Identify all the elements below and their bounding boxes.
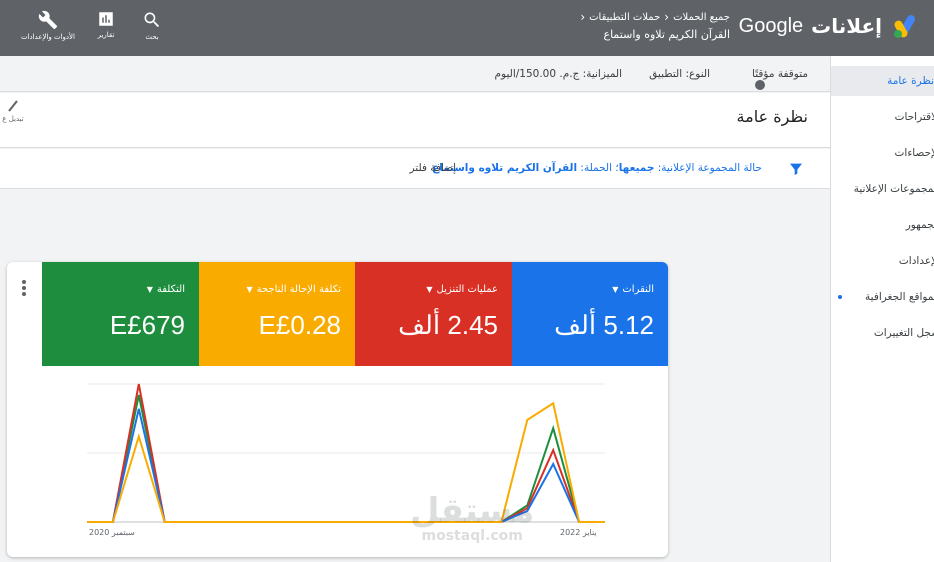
metric-label: النقرات	[622, 284, 654, 295]
search-label: بحث	[145, 33, 159, 41]
metric-value: 2.45 ألف	[398, 310, 498, 340]
sidebar-item-change-history[interactable]: سجل التغييرات	[831, 318, 934, 348]
toggle-view-label: تبديل ع	[2, 115, 24, 123]
google-ads-page: الأدوات والإعدادات تقارير بحث جميع الحمل…	[0, 0, 934, 562]
campaign-name[interactable]: القرآن الكريم تلاوه واستماع	[580, 28, 730, 41]
caret-down-icon: ▼	[426, 285, 433, 294]
metric-value: E£0.28	[258, 310, 341, 340]
filter-icon[interactable]	[788, 161, 804, 177]
watermark: مستقل mostaql.com	[410, 494, 534, 544]
sidebar-item-settings[interactable]: الإعدادات	[831, 246, 934, 276]
search-icon	[144, 12, 160, 28]
metric-value: 5.12 ألف	[554, 310, 654, 340]
x-axis-end-label: يناير 2022	[560, 528, 597, 537]
brand-ads-text: إعلانات	[811, 14, 882, 38]
add-filter-button[interactable]: إضافة فلتر	[410, 162, 456, 174]
sidebar-item-ad-groups[interactable]: المجموعات الإعلانية	[831, 174, 934, 204]
page-header: نظرة عامة تبديل ع	[0, 93, 830, 148]
status-badge[interactable]: متوقفة مؤقتًا	[752, 68, 808, 90]
sidebar-item-locations[interactable]: المواقع الجغرافية	[831, 282, 934, 312]
metric-value: E£679	[109, 310, 185, 340]
metric-clicks[interactable]: النقرات▼ 5.12 ألف	[512, 262, 668, 366]
toggle-view-button[interactable]: تبديل ع	[0, 99, 30, 123]
side-navigation: نظرة عامة الاقتراحات الإحصاءات المجموعات…	[830, 56, 934, 562]
sidebar-item-statistics[interactable]: الإحصاءات	[831, 138, 934, 168]
pause-icon	[755, 80, 766, 90]
performance-line-chart	[87, 383, 605, 523]
sidebar-item-overview[interactable]: نظرة عامة	[831, 66, 934, 96]
filter-bar: حالة المجموعة الإعلانية: جميعها؛ الحملة:…	[0, 149, 830, 189]
page-title: نظرة عامة	[736, 107, 808, 126]
sidebar-item-recommendations[interactable]: الاقتراحات	[831, 102, 934, 132]
sidebar-item-audience[interactable]: الجمهور	[831, 210, 934, 240]
tools-label: الأدوات والإعدادات	[21, 33, 75, 41]
campaign-status-row: متوقفة مؤقتًا النوع: التطبيق الميزانية: …	[0, 56, 830, 92]
google-ads-icon	[894, 15, 915, 38]
metric-installs[interactable]: عمليات التنزيل▼ 2.45 ألف	[355, 262, 512, 366]
caret-down-icon: ▼	[246, 285, 253, 294]
chevron-left-icon: ‹	[580, 10, 586, 24]
chevron-left-icon: ‹	[664, 10, 670, 24]
new-indicator-dot	[838, 295, 842, 299]
metric-label: تكلفة الإحالة الناجحة	[256, 284, 341, 295]
metric-cost-per-conversion[interactable]: تكلفة الإحالة الناجحة▼ E£0.28	[199, 262, 355, 366]
metric-label: التكلفة	[156, 284, 185, 295]
caret-down-icon: ▼	[146, 285, 153, 294]
metric-label: عمليات التنزيل	[436, 284, 498, 295]
tools-settings-button[interactable]: الأدوات والإعدادات	[18, 10, 78, 41]
wrench-icon	[38, 10, 58, 30]
top-app-bar: الأدوات والإعدادات تقارير بحث جميع الحمل…	[0, 0, 934, 56]
watermark-logo-text: مستقل	[410, 491, 535, 531]
active-filter[interactable]: حالة المجموعة الإعلانية: جميعها؛ الحملة:…	[432, 162, 762, 174]
breadcrumb-all-campaigns[interactable]: جميع الحملات	[673, 12, 730, 23]
campaign-budget[interactable]: الميزانية: ج.م. 150.00/اليوم	[495, 68, 622, 80]
edit-icon	[8, 100, 18, 112]
more-options-icon[interactable]	[19, 280, 29, 298]
campaign-type: النوع: التطبيق	[649, 68, 710, 80]
performance-card: النقرات▼ 5.12 ألف عمليات التنزيل▼ 2.45 أ…	[7, 262, 668, 557]
breadcrumb-app-campaigns[interactable]: حملات التطبيقات	[589, 12, 660, 23]
caret-down-icon: ▼	[612, 285, 619, 294]
x-axis-start-label: سبتمبر 2020	[89, 528, 135, 537]
breadcrumb: جميع الحملات ‹ حملات التطبيقات ‹ القرآن …	[580, 10, 730, 41]
search-button[interactable]: بحث	[122, 10, 182, 41]
metric-cost[interactable]: التكلفة▼ E£679	[42, 262, 199, 366]
google-ads-logo[interactable]: إعلانات Google	[739, 12, 920, 40]
watermark-url: mostaql.com	[421, 528, 523, 544]
brand-google-text: Google	[738, 14, 804, 37]
reports-icon	[99, 12, 113, 26]
